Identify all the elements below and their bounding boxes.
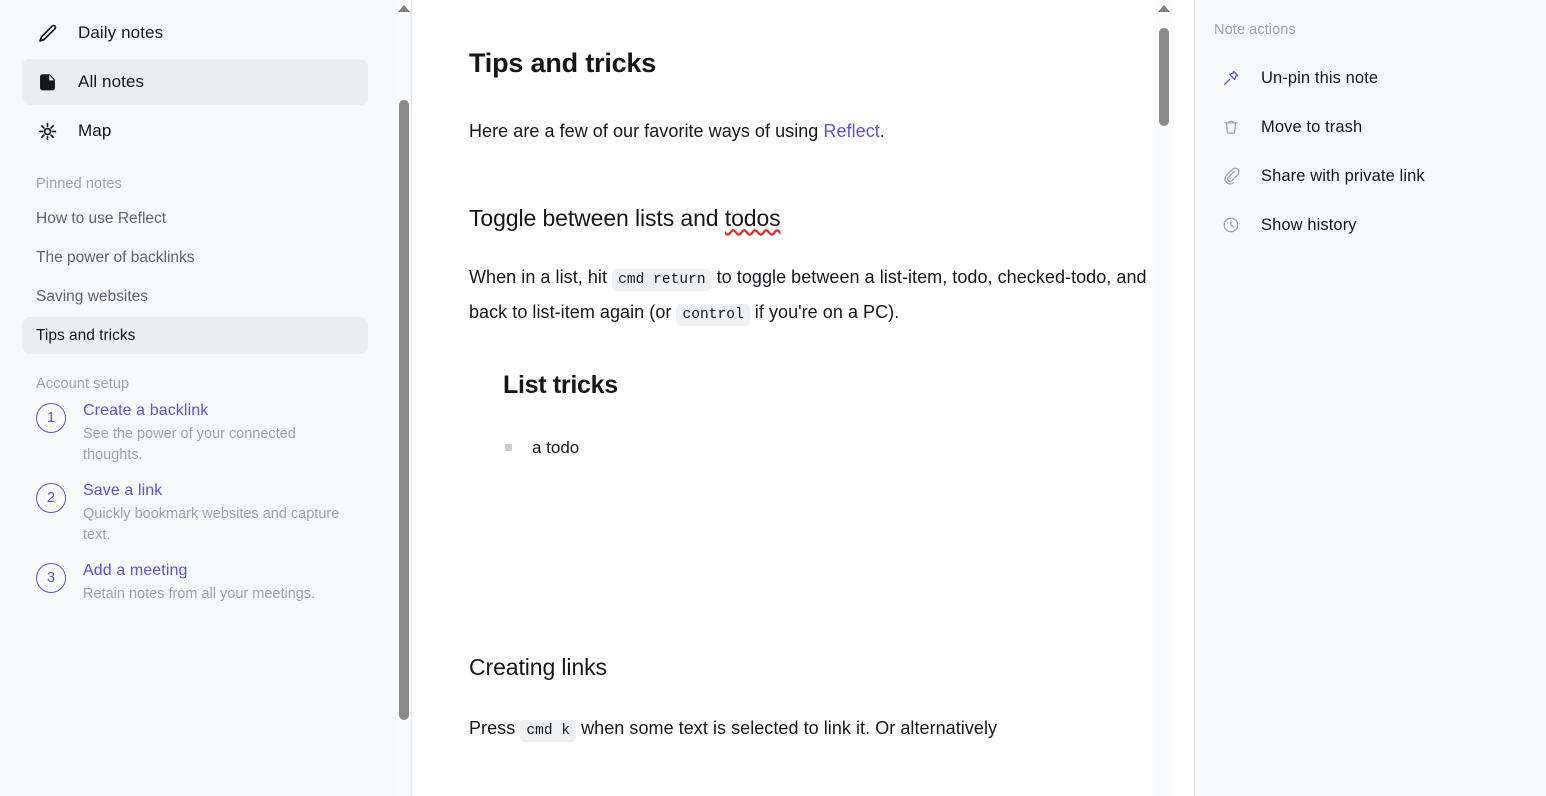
pinned-note-saving-websites[interactable]: Saving websites	[22, 278, 368, 315]
step-number-badge: 2	[36, 483, 66, 514]
left-sidebar: Daily notes All notes Map Pinned notes H…	[0, 0, 412, 796]
clock-icon	[1221, 215, 1241, 235]
scroll-up-arrow-icon[interactable]	[1158, 5, 1170, 12]
step-number-badge: 3	[36, 563, 66, 594]
account-setup-header: Account setup	[36, 376, 130, 392]
step-number-badge: 1	[36, 403, 66, 433]
list-item[interactable]: a todo	[503, 438, 1169, 458]
sidebar-scrollbar[interactable]	[396, 0, 412, 796]
toggle-instructions-paragraph: When in a list, hit cmd return to toggle…	[469, 260, 1169, 331]
spellcheck-word-todos: todos	[724, 204, 781, 231]
note-actions-panel: Note actions Un-pin this note Move to tr…	[1195, 0, 1546, 796]
kbd-cmd-k: cmd k	[520, 719, 577, 742]
bullet-icon	[505, 444, 512, 452]
trash-icon	[1221, 117, 1241, 137]
setup-step-title: Save a link	[83, 482, 163, 500]
scroll-up-arrow-icon[interactable]	[398, 5, 410, 12]
intro-paragraph: Here are a few of our favorite ways of u…	[469, 114, 1169, 150]
setup-step-title: Add a meeting	[83, 562, 188, 580]
document-scrollbar[interactable]	[1156, 0, 1172, 796]
kbd-control: control	[676, 304, 750, 327]
action-show-history[interactable]: Show history	[1209, 205, 1532, 245]
heading-text: Toggle between lists and	[469, 204, 725, 231]
pinned-note-tips-and-tricks[interactable]: Tips and tricks	[22, 317, 368, 354]
setup-step-title: Create a backlink	[83, 402, 209, 419]
sidebar-item-label: Map	[78, 121, 112, 140]
action-label: Show history	[1261, 215, 1357, 234]
document-icon	[36, 71, 58, 93]
para2-text-a: Press	[469, 717, 521, 738]
action-move-to-trash[interactable]: Move to trash	[1209, 107, 1532, 147]
heading-creating-links: Creating links	[469, 653, 607, 680]
sidebar-item-daily-notes[interactable]: Daily notes	[22, 10, 368, 56]
setup-step-description: See the power of your connected thoughts…	[83, 426, 296, 464]
setup-step-create-a-backlink[interactable]: 1 Create a backlink See the power of you…	[22, 400, 368, 466]
document-scrollbar-thumb[interactable]	[1159, 28, 1169, 126]
note-actions-title: Note actions	[1214, 22, 1296, 38]
pinned-notes-header: Pinned notes	[36, 176, 122, 192]
note-title: Tips and tricks	[469, 48, 657, 78]
list-item-label: a todo	[532, 437, 580, 457]
sidebar-item-label: All notes	[78, 72, 145, 91]
setup-step-description: Quickly bookmark websites and capture te…	[83, 506, 340, 544]
list-tricks-heading: List tricks	[503, 370, 618, 399]
para-text-a: When in a list, hit	[469, 266, 613, 287]
action-label: Move to trash	[1261, 117, 1363, 136]
sidebar-item-label: Daily notes	[78, 23, 164, 42]
creating-links-paragraph: Press cmd k when some text is selected t…	[469, 711, 1169, 747]
link-icon	[1221, 166, 1241, 186]
note-document[interactable]: Tips and tricks Here are a few of our fa…	[469, 0, 1169, 747]
action-label: Un-pin this note	[1261, 68, 1379, 87]
setup-step-description: Retain notes from all your meetings.	[83, 586, 316, 603]
pin-icon	[1221, 68, 1241, 88]
list-tricks-block: List tricks a todo	[469, 371, 1169, 458]
kbd-cmd-return: cmd return	[612, 268, 712, 291]
sidebar-item-all-notes[interactable]: All notes	[22, 59, 368, 105]
heading-toggle-lists-todos: Toggle between lists and todos	[469, 205, 1169, 232]
para2-text-b: when some text is selected to link it. O…	[576, 717, 998, 738]
reflect-link[interactable]: Reflect	[823, 121, 879, 141]
pinned-note-how-to-use-reflect[interactable]: How to use Reflect	[22, 200, 368, 237]
setup-step-add-a-meeting[interactable]: 3 Add a meeting Retain notes from all yo…	[22, 560, 368, 605]
action-label: Share with private link	[1261, 166, 1425, 185]
intro-text-after: .	[879, 121, 885, 141]
sidebar-item-map[interactable]: Map	[22, 108, 368, 154]
para-text-c: if you're on a PC).	[749, 302, 900, 323]
sun-map-icon	[36, 120, 58, 142]
action-share-with-private-link[interactable]: Share with private link	[1209, 156, 1532, 196]
action-un-pin-this-note[interactable]: Un-pin this note	[1209, 58, 1532, 98]
pencil-icon	[36, 22, 58, 44]
pinned-note-the-power-of-backlinks[interactable]: The power of backlinks	[22, 239, 368, 276]
app-root: Daily notes All notes Map Pinned notes H…	[0, 0, 1546, 796]
note-editor-pane: Tips and tricks Here are a few of our fa…	[412, 0, 1195, 796]
sidebar-scrollbar-thumb[interactable]	[399, 100, 409, 720]
intro-text-before: Here are a few of our favorite ways of u…	[469, 121, 824, 141]
setup-step-save-a-link[interactable]: 2 Save a link Quickly bookmark websites …	[22, 480, 368, 546]
